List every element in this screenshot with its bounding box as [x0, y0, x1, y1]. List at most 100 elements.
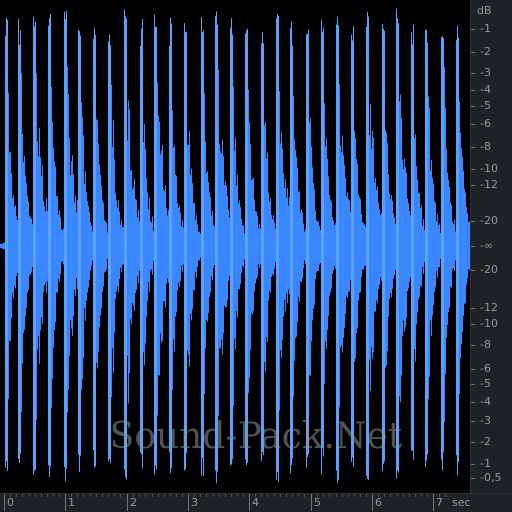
time-minor-tick	[378, 494, 379, 497]
time-minor-tick	[53, 494, 54, 497]
db-label-top: -12	[480, 178, 498, 191]
time-minor-tick	[219, 494, 220, 497]
time-minor-tick	[360, 494, 361, 497]
time-label: 1	[68, 496, 75, 509]
time-minor-tick	[35, 494, 36, 497]
db-tick	[471, 52, 475, 53]
time-minor-tick	[59, 494, 60, 497]
db-tick	[471, 169, 475, 170]
db-label-top: -2	[480, 45, 491, 58]
db-label-bottom: -6	[480, 362, 491, 375]
time-minor-tick	[102, 494, 103, 497]
time-minor-tick	[158, 494, 159, 497]
db-label-bottom: -12	[480, 301, 498, 314]
time-minor-tick	[71, 494, 72, 497]
db-tick	[471, 185, 475, 186]
time-minor-tick	[384, 494, 385, 497]
db-tick	[471, 246, 475, 247]
time-minor-tick	[47, 494, 48, 497]
db-label-top: -6	[480, 117, 491, 130]
db-label-top: -5	[480, 99, 491, 112]
time-minor-tick	[22, 494, 23, 497]
time-minor-tick	[237, 494, 238, 497]
db-label-top: -20	[480, 214, 498, 227]
db-label-center: -∞	[480, 239, 494, 252]
time-minor-tick	[10, 494, 11, 497]
time-minor-tick	[336, 494, 337, 497]
time-minor-tick	[194, 494, 195, 497]
time-minor-tick	[409, 494, 410, 497]
db-tick	[471, 270, 475, 271]
db-tick	[471, 324, 475, 325]
time-minor-tick	[152, 494, 153, 497]
time-minor-tick	[390, 494, 391, 497]
time-minor-tick	[397, 494, 398, 497]
time-minor-tick	[29, 494, 30, 497]
time-tick	[372, 494, 373, 511]
time-minor-tick	[342, 494, 343, 497]
db-tick	[471, 442, 475, 443]
time-minor-tick	[200, 494, 201, 497]
time-label: 6	[375, 496, 382, 509]
time-label: 7	[436, 496, 443, 509]
waveform	[0, 8, 470, 484]
time-minor-tick	[329, 494, 330, 497]
time-tick	[4, 494, 5, 511]
time-minor-tick	[255, 494, 256, 497]
db-label-top: -3	[480, 66, 491, 79]
db-label-bottom: -2	[480, 435, 491, 448]
time-minor-tick	[415, 494, 416, 497]
time-minor-tick	[77, 494, 78, 497]
time-minor-tick	[114, 494, 115, 497]
time-unit-label: sec	[452, 496, 471, 509]
db-tick	[471, 106, 475, 107]
time-minor-tick	[170, 494, 171, 497]
time-minor-tick	[176, 494, 177, 497]
time-minor-tick	[439, 494, 440, 497]
db-tick	[471, 421, 475, 422]
db-label-bottom: -8	[480, 338, 491, 351]
time-minor-tick	[41, 494, 42, 497]
db-tick	[471, 464, 475, 465]
time-minor-tick	[164, 494, 165, 497]
db-tick	[471, 369, 475, 370]
time-minor-tick	[182, 494, 183, 497]
time-label: 4	[252, 496, 259, 509]
time-minor-tick	[304, 494, 305, 497]
time-tick	[311, 494, 312, 511]
time-minor-tick	[231, 494, 232, 497]
db-tick	[471, 402, 475, 403]
time-minor-tick	[317, 494, 318, 497]
time-minor-tick	[292, 494, 293, 497]
db-label-top: -4	[480, 83, 491, 96]
db-label-bottom: -4	[480, 395, 491, 408]
waveform-view[interactable]	[0, 0, 470, 493]
time-minor-tick	[366, 494, 367, 497]
db-tick	[471, 29, 475, 30]
time-minor-tick	[139, 494, 140, 497]
time-minor-tick	[298, 494, 299, 497]
time-label: 5	[314, 496, 321, 509]
db-tick	[471, 478, 475, 479]
db-ruler: dB -1 -2 -3 -4 -5 -6 -8 -10 -12 -20 -∞ -20 -12 -10 -8 -…	[470, 0, 512, 493]
db-tick	[471, 73, 475, 74]
time-tick	[249, 494, 250, 511]
db-tick	[471, 308, 475, 309]
db-label-top: -10	[480, 162, 498, 175]
time-minor-tick	[280, 494, 281, 497]
time-minor-tick	[267, 494, 268, 497]
db-tick	[471, 147, 475, 148]
db-label-bottom: -5	[480, 377, 491, 390]
time-label: 0	[7, 496, 14, 509]
time-minor-tick	[96, 494, 97, 497]
db-label-bottom: -3	[480, 414, 491, 427]
time-tick	[433, 494, 434, 511]
time-minor-tick	[83, 494, 84, 497]
time-tick	[127, 494, 128, 511]
time-label: 2	[130, 496, 137, 509]
db-label-bottom: -0,5	[480, 471, 502, 484]
db-label-top: -1	[480, 22, 491, 35]
time-minor-tick	[323, 494, 324, 497]
time-minor-tick	[213, 494, 214, 497]
db-tick	[471, 124, 475, 125]
